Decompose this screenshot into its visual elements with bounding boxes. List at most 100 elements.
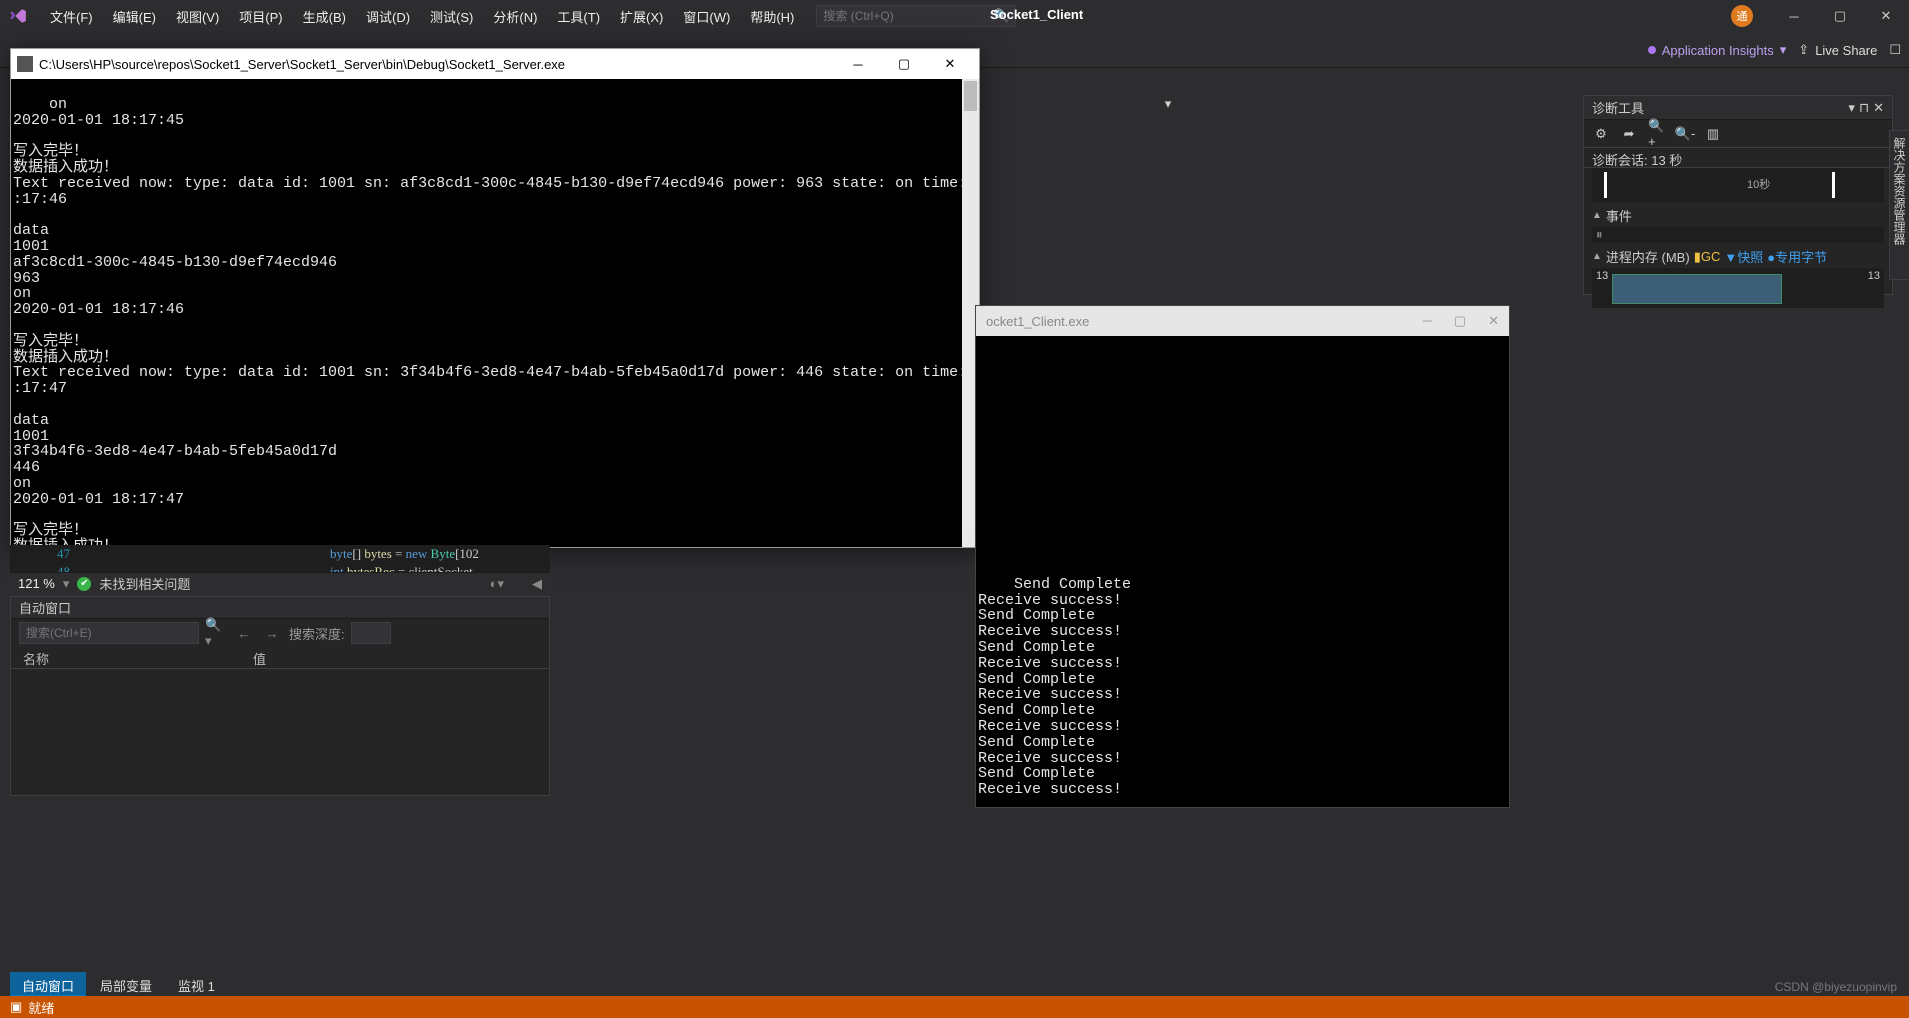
diagnostics-timeline[interactable]: 10秒 (1592, 168, 1884, 202)
menu-test[interactable]: 测试(S) (420, 1, 483, 32)
diagnostics-events-header[interactable]: ▲ 事件 (1584, 202, 1892, 227)
application-insights-button[interactable]: Application Insights ▾ (1648, 42, 1787, 58)
avatar[interactable]: 通 (1731, 5, 1753, 27)
console-maximize-button[interactable]: ▢ (1454, 313, 1466, 329)
timeline-end-marker[interactable] (1832, 172, 1835, 198)
vs-logo-icon (8, 6, 28, 26)
panel-pin-icon[interactable]: ⊓ (1859, 100, 1869, 116)
diagnostics-title-label: 诊断工具 (1592, 98, 1644, 117)
expand-icon: ▲ (1592, 251, 1602, 262)
document-tab-dropdown[interactable]: ▾ (1159, 95, 1177, 113)
timeline-tick-label: 10秒 (1747, 176, 1770, 192)
console-minimize-button[interactable]: ─ (1423, 313, 1432, 329)
panel-close-icon[interactable]: ✕ (1873, 100, 1884, 116)
menu-window[interactable]: 窗口(W) (673, 1, 740, 32)
console-icon (17, 56, 33, 72)
chevron-down-icon[interactable]: ▾ (63, 576, 70, 592)
diagnostics-toolbar: ⚙ ➦ 🔍+ 🔍- ▥ (1584, 120, 1892, 148)
feedback-icon[interactable]: ☐ (1889, 42, 1901, 58)
settings-icon[interactable]: ⚙ (1592, 125, 1610, 143)
search-depth-label: 搜索深度: (289, 624, 345, 643)
client-console-title: ocket1_Client.exe (986, 314, 1089, 329)
zoom-in-icon[interactable]: 🔍+ (1648, 125, 1666, 143)
solution-title: Socket1_Client (990, 7, 1083, 22)
quick-launch-input[interactable] (823, 9, 993, 23)
scroll-left-icon[interactable]: ◀ (532, 576, 542, 592)
memory-chart: 13 13 (1592, 268, 1884, 308)
zoom-level[interactable]: 121 % (18, 576, 55, 591)
memory-area (1612, 274, 1782, 304)
snapshot-legend: ▼快照 (1724, 247, 1763, 266)
server-console-window: C:\Users\HP\source\repos\Socket1_Server\… (10, 48, 980, 548)
panel-dropdown-icon[interactable]: ▾ (1848, 100, 1855, 116)
bottom-tabs: 自动窗口 局部变量 监视 1 (10, 972, 227, 998)
autos-columns: 名称 值 (11, 647, 549, 669)
client-console-window: ocket1_Client.exe ─ ▢ ✕ Send Complete Re… (975, 305, 1510, 808)
server-console-body[interactable]: on 2020-01-01 18:17:45 写入完毕！ 数据插入成功！ Tex… (11, 79, 979, 547)
maximize-button[interactable]: ▢ (1817, 0, 1863, 32)
share-icon: ⇪ (1798, 42, 1809, 58)
diagnostics-titlebar: 诊断工具 ▾ ⊓ ✕ (1584, 96, 1892, 120)
menubar: 文件(F) 编辑(E) 视图(V) 项目(P) 生成(B) 调试(D) 测试(S… (0, 0, 1909, 32)
editor-status-strip: 121 % ▾ ✔ 未找到相关问题 ◐▾ ◀ (10, 572, 550, 594)
ready-icon: ▣ (10, 999, 22, 1015)
timeline-start-marker[interactable] (1604, 172, 1607, 198)
menu-view[interactable]: 视图(V) (166, 1, 229, 32)
export-icon[interactable]: ➦ (1620, 125, 1638, 143)
gc-legend: ▮GC (1694, 249, 1721, 265)
bytes-legend: ●专用字节 (1767, 247, 1827, 266)
search-depth-select[interactable] (351, 622, 391, 644)
watermark: CSDN @biyezuopinvip (1775, 980, 1897, 994)
search-icon[interactable]: 🔍▾ (205, 622, 227, 644)
autos-search-input[interactable] (19, 622, 199, 644)
chevron-down-icon: ▾ (1780, 42, 1787, 58)
memory-left-value: 13 (1596, 270, 1608, 282)
nav-back-icon[interactable]: ← (233, 622, 255, 644)
columns-icon[interactable]: ▥ (1704, 125, 1722, 143)
view-toggle-icon[interactable]: ◐▾ (490, 576, 504, 592)
client-console-text: Send Complete Receive success! Send Comp… (978, 576, 1131, 798)
diagnostics-session-label: 诊断会话: 13 秒 (1584, 148, 1892, 168)
console-minimize-button[interactable]: ─ (835, 49, 881, 79)
autos-search-bar: 🔍▾ ← → 搜索深度: (11, 619, 549, 647)
client-console-titlebar[interactable]: ocket1_Client.exe ─ ▢ ✕ (976, 306, 1509, 336)
status-ready-label: 就绪 (28, 998, 54, 1017)
console-close-button[interactable]: ✕ (927, 49, 973, 79)
autos-window: 自动窗口 🔍▾ ← → 搜索深度: 名称 值 (10, 596, 550, 796)
menu-build[interactable]: 生成(B) (293, 1, 356, 32)
tab-autos[interactable]: 自动窗口 (10, 972, 86, 998)
diagnostics-panel: 诊断工具 ▾ ⊓ ✕ ⚙ ➦ 🔍+ 🔍- ▥ 诊断会话: 13 秒 10秒 ▲ … (1583, 95, 1893, 295)
console-close-button[interactable]: ✕ (1488, 313, 1499, 329)
ok-icon: ✔ (77, 577, 91, 591)
console-maximize-button[interactable]: ▢ (881, 49, 927, 79)
live-share-button[interactable]: ⇪ Live Share (1798, 42, 1877, 58)
server-console-title: C:\Users\HP\source\repos\Socket1_Server\… (39, 57, 565, 72)
client-console-body[interactable]: Send Complete Receive success! Send Comp… (976, 336, 1509, 807)
expand-icon: ▲ (1592, 210, 1602, 221)
menu-edit[interactable]: 编辑(E) (103, 1, 166, 32)
close-button[interactable]: ✕ (1863, 0, 1909, 32)
menu-project[interactable]: 项目(P) (229, 1, 292, 32)
tab-watch1[interactable]: 监视 1 (166, 972, 227, 998)
memory-right-value: 13 (1868, 270, 1880, 282)
col-value[interactable]: 值 (241, 647, 278, 668)
menu-help[interactable]: 帮助(H) (740, 1, 804, 32)
nav-forward-icon[interactable]: → (261, 622, 283, 644)
server-console-titlebar[interactable]: C:\Users\HP\source\repos\Socket1_Server\… (11, 49, 979, 79)
scrollbar-thumb[interactable] (964, 81, 977, 111)
menu-debug[interactable]: 调试(D) (356, 1, 420, 32)
quick-launch[interactable]: 🔍 (816, 5, 1016, 27)
solution-explorer-tab[interactable]: 解决方案资源管理器 (1889, 130, 1909, 280)
col-name[interactable]: 名称 (11, 647, 241, 668)
diagnostics-memory-header[interactable]: ▲ 进程内存 (MB) ▮GC ▼快照 ●专用字节 (1584, 243, 1892, 268)
menu-extensions[interactable]: 扩展(X) (610, 1, 673, 32)
menu-file[interactable]: 文件(F) (40, 1, 103, 32)
autos-title-label: 自动窗口 (19, 598, 71, 617)
minimize-button[interactable]: ─ (1771, 0, 1817, 32)
statusbar: ▣ 就绪 (0, 996, 1909, 1018)
menu-analyze[interactable]: 分析(N) (483, 1, 547, 32)
menu-tools[interactable]: 工具(T) (547, 1, 610, 32)
autos-titlebar[interactable]: 自动窗口 (11, 597, 549, 619)
tab-locals[interactable]: 局部变量 (88, 972, 164, 998)
zoom-out-icon[interactable]: 🔍- (1676, 125, 1694, 143)
